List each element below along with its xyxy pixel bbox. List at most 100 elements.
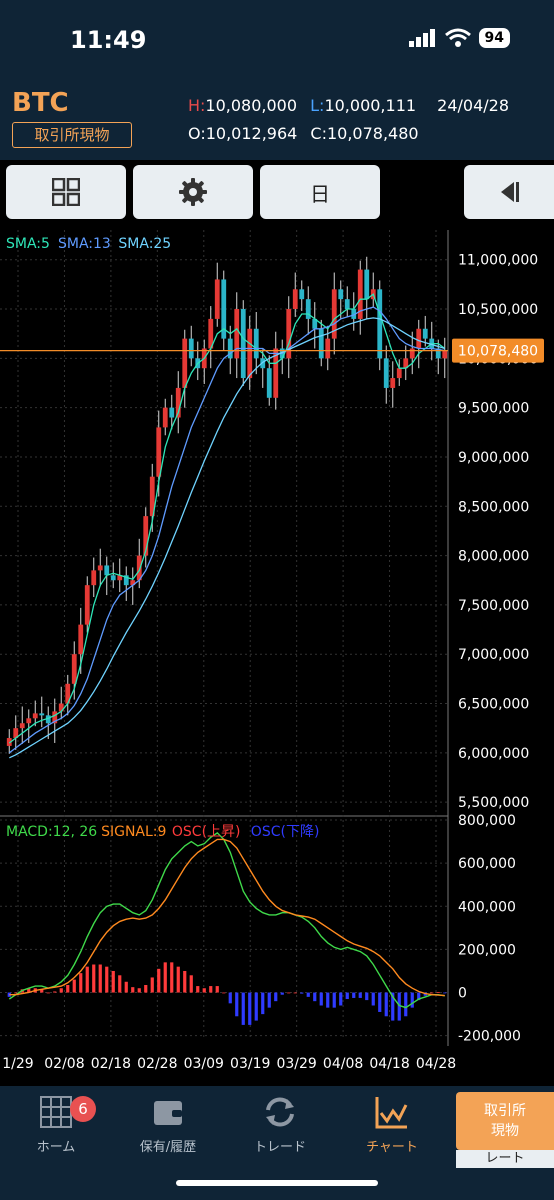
home-indicator — [176, 1180, 378, 1186]
osc-bar-up — [163, 962, 167, 993]
osc-bar-down — [319, 992, 323, 1006]
rate-line2: 現物 — [491, 1123, 519, 1139]
osc-bar-down — [371, 992, 375, 1006]
osc-bar-up — [53, 991, 57, 993]
candle-up — [91, 570, 97, 586]
macd-tick-label: -200,000 — [458, 1029, 521, 1045]
candle-up — [32, 713, 38, 719]
osc-bar-up — [118, 975, 122, 993]
x-tick-label: 03/09 — [184, 1056, 224, 1072]
osc-bar-down — [254, 992, 258, 1021]
price-tick-label: 8,000,000 — [458, 549, 529, 565]
osc-bar-down — [384, 992, 388, 1017]
osc-bar-up — [196, 986, 200, 993]
chart-toolbar: 日 — [0, 160, 554, 230]
sma-legend-item: SMA:13 — [58, 236, 111, 252]
rate-sub-button[interactable]: レート — [456, 1150, 554, 1168]
osc-bar-up — [150, 977, 154, 993]
candle-up — [26, 718, 32, 724]
low-label: L: — [310, 96, 325, 115]
layout-button[interactable] — [6, 165, 126, 219]
collapse-button[interactable] — [464, 165, 554, 219]
tab-trade[interactable]: トレード — [230, 1096, 330, 1155]
candle-up — [292, 289, 298, 310]
rate-line1: 取引所 — [484, 1103, 526, 1119]
osc-bar-down — [358, 992, 362, 998]
tab-trade-label: トレード — [253, 1140, 306, 1155]
candle-down — [169, 407, 175, 418]
grid-icon — [52, 178, 80, 206]
candle-up — [156, 427, 162, 477]
osc-bar-up — [209, 986, 213, 993]
osc-bar-up — [183, 970, 187, 993]
candle-up — [84, 585, 90, 625]
osc-bar-up — [170, 962, 174, 993]
symbol-title: BTC — [12, 88, 69, 118]
close-value: 10,078,480 — [326, 124, 419, 143]
candle-down — [39, 713, 45, 716]
macd-legend-item: OSC(上昇) — [172, 824, 241, 840]
x-tick-label: 04/28 — [416, 1056, 456, 1072]
price-tick-label: 7,500,000 — [458, 598, 529, 614]
candle-up — [97, 565, 103, 571]
rate-button[interactable]: 取引所 現物 — [456, 1092, 554, 1150]
candle-up — [416, 328, 422, 349]
osc-bar-down — [241, 992, 245, 1025]
osc-bar-down — [378, 992, 382, 1012]
chart-area[interactable]: 11,000,00010,500,00010,000,0009,500,0009… — [0, 230, 554, 1076]
high-value: 10,080,000 — [205, 96, 298, 115]
notification-badge: 6 — [70, 1096, 96, 1122]
x-tick-label: 03/19 — [230, 1056, 270, 1072]
candle-up — [396, 368, 402, 379]
price-tick-label: 6,500,000 — [458, 697, 529, 713]
osc-bar-down — [235, 992, 239, 1017]
chart-svg[interactable]: 11,000,00010,500,00010,000,0009,500,0009… — [0, 230, 554, 1076]
osc-bar-down — [326, 992, 330, 1008]
candle-up — [409, 348, 415, 359]
tab-chart[interactable]: チャート — [342, 1096, 442, 1155]
tab-chart-label: チャート — [366, 1140, 418, 1155]
candle-up — [247, 328, 253, 379]
macd-legend-item: MACD:12, 26 — [6, 824, 97, 840]
chart-icon — [375, 1097, 408, 1129]
candle-up — [19, 723, 25, 729]
x-tick-label: 03/29 — [276, 1056, 316, 1072]
osc-bar-down — [410, 992, 414, 1008]
osc-bar-down — [228, 992, 232, 1004]
price-tick-label: 10,500,000 — [458, 302, 538, 318]
osc-bar-down — [267, 992, 271, 1008]
osc-bar-up — [98, 964, 102, 993]
collapse-left-icon — [501, 182, 519, 202]
osc-bar-down — [345, 992, 349, 1000]
osc-bar-up — [105, 966, 109, 993]
home-grid-icon — [40, 1096, 72, 1128]
osc-bar-up — [293, 992, 297, 994]
osc-bar-up — [92, 964, 96, 993]
high-label: H: — [188, 96, 206, 115]
price-tick-label: 9,500,000 — [458, 401, 529, 417]
osc-bar-up — [202, 988, 206, 993]
candle-up — [182, 338, 188, 388]
settings-button[interactable] — [133, 165, 253, 219]
osc-bar-down — [248, 992, 252, 1025]
candle-down — [338, 289, 344, 300]
osc-bar-down — [339, 992, 343, 1006]
battery-indicator: 94 — [478, 28, 510, 48]
market-badge[interactable]: 取引所現物 — [12, 122, 132, 148]
osc-bar-up — [79, 973, 83, 993]
osc-bar-up — [436, 992, 440, 993]
instrument-header: BTC 取引所現物 H:10,080,000 L:10,000,111 24/0… — [0, 80, 554, 160]
open-label: O: — [188, 124, 206, 143]
tab-home[interactable]: ホーム 6 — [6, 1096, 106, 1155]
candle-down — [253, 328, 259, 359]
x-tick-label: 04/08 — [323, 1056, 363, 1072]
candle-up — [442, 350, 448, 359]
tab-holdings[interactable]: 保有/履歴 — [118, 1096, 218, 1155]
macd-legend-item: SIGNAL:9 — [101, 824, 166, 840]
osc-bar-up — [157, 968, 161, 993]
candle-down — [240, 309, 246, 379]
wifi-icon — [444, 28, 471, 47]
period-button[interactable]: 日 — [260, 165, 380, 219]
candle-up — [390, 378, 396, 388]
osc-bar-up — [137, 988, 141, 993]
